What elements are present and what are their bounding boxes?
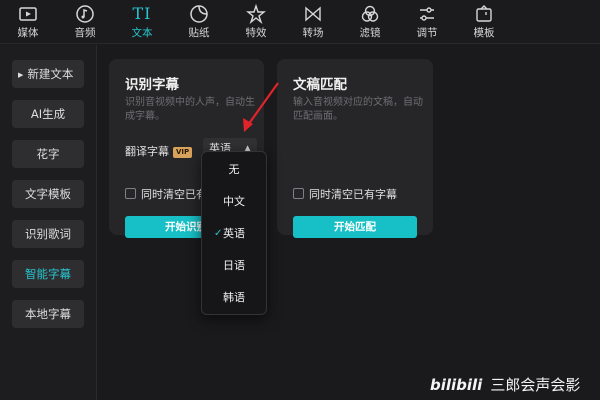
vip-badge: VIP — [173, 147, 193, 158]
toolbar-item-label: 特效 — [245, 27, 267, 39]
toolbar-item-transition[interactable]: 转场 — [293, 0, 333, 44]
sidebar-item-local-subtitles[interactable]: 本地字幕 — [12, 300, 84, 328]
sidebar-item-new-text[interactable]: ▶ 新建文本 — [12, 60, 84, 88]
sidebar-item-label: 智能字幕 — [25, 267, 71, 281]
sidebar-item-ai-generate[interactable]: AI生成 — [12, 100, 84, 128]
sidebar-item-label: 文字模板 — [25, 187, 71, 201]
dropdown-option-japanese[interactable]: 日语 — [202, 254, 266, 278]
sparkle-star-icon — [246, 4, 266, 24]
translate-subtitles-row: 翻译字幕 VIP — [125, 143, 193, 159]
bowtie-transition-icon — [305, 6, 321, 22]
bilibili-logo: bilibili — [430, 376, 483, 394]
checkbox-box[interactable] — [293, 188, 304, 199]
option-label: 英语 — [223, 227, 245, 240]
dropdown-option-none[interactable]: 无 — [202, 158, 266, 182]
watermark: bilibili 三郎会声会影 — [430, 374, 580, 398]
sidebar-item-recognize-lyrics[interactable]: 识别歌词 — [12, 220, 84, 248]
toolbar-item-label: 转场 — [302, 27, 324, 39]
toolbar-item-label: 滤镜 — [359, 27, 381, 39]
toolbar-item-media[interactable]: 媒体 — [8, 0, 48, 44]
toolbar-item-filter[interactable]: 滤镜 — [350, 0, 390, 44]
dropdown-option-korean[interactable]: 韩语 — [202, 286, 266, 310]
sliders-adjust-icon — [420, 7, 434, 21]
toolbar-item-template[interactable]: 模板 — [464, 0, 504, 44]
script-match-card: 文稿匹配 输入音视频对应的文稿，自动匹配画面。 同时清空已有字幕 开始匹配 — [277, 59, 433, 238]
text-ti-icon: TI — [132, 4, 152, 23]
option-label: 日语 — [223, 259, 245, 272]
toolbar-item-audio[interactable]: 音频 — [65, 0, 105, 44]
toolbar-item-label: 音频 — [74, 27, 96, 39]
template-icon — [476, 5, 492, 22]
card-title: 识别字幕 — [125, 77, 179, 93]
top-toolbar: 媒体 音频 TI 文本 贴纸 特效 转场 滤镜 调节 模板 — [0, 0, 600, 44]
toolbar-item-label: 媒体 — [17, 27, 39, 39]
sticker-icon — [190, 5, 208, 23]
start-match-button[interactable]: 开始匹配 — [293, 216, 417, 238]
toolbar-item-label: 文本 — [131, 27, 153, 39]
toolbar-item-label: 贴纸 — [188, 27, 210, 39]
three-circles-filter-icon — [361, 5, 379, 22]
option-label: 中文 — [223, 195, 245, 208]
dropdown-option-chinese[interactable]: 中文 — [202, 190, 266, 214]
option-label: 无 — [228, 163, 240, 176]
sidebar-item-label: 新建文本 — [27, 67, 74, 81]
media-icon — [19, 7, 37, 21]
text-sidebar: ▶ 新建文本 AI生成 花字 文字模板 识别歌词 智能字幕 本地字幕 — [0, 45, 97, 400]
checkbox-label: 同时清空已有字幕 — [309, 188, 397, 201]
translate-label: 翻译字幕 — [125, 145, 169, 158]
card-description: 识别音视频中的人声，自动生成字幕。 — [125, 97, 255, 122]
watermark-text: 三郎会声会影 — [490, 376, 581, 394]
toolbar-item-adjust[interactable]: 调节 — [407, 0, 447, 44]
start-recognize-button[interactable]: 开始识别 — [125, 216, 205, 238]
sidebar-item-label: 识别歌词 — [25, 227, 71, 241]
toolbar-item-text[interactable]: TI 文本 — [122, 0, 162, 44]
dropdown-option-english[interactable]: ✓ 英语 — [202, 222, 266, 246]
sidebar-item-label: 本地字幕 — [25, 307, 71, 321]
smart-subtitle-panel: 识别字幕 识别音视频中的人声，自动生成字幕。 翻译字幕 VIP 英语 ▲ 同时清空… — [98, 45, 600, 400]
toolbar-item-label: 调节 — [416, 27, 438, 39]
toolbar-item-sticker[interactable]: 贴纸 — [179, 0, 219, 44]
language-dropdown-menu: 无 中文 ✓ 英语 日语 韩语 — [201, 151, 267, 315]
option-label: 韩语 — [223, 291, 245, 304]
sidebar-item-label: AI生成 — [30, 107, 66, 121]
music-note-icon — [76, 5, 94, 23]
checkbox-box[interactable] — [125, 188, 136, 199]
toolbar-item-effects[interactable]: 特效 — [236, 0, 276, 44]
sidebar-item-smart-subtitles[interactable]: 智能字幕 — [12, 260, 84, 288]
clear-existing-checkbox[interactable]: 同时清空已有字幕 — [293, 186, 397, 202]
caret-right-icon: ▶ — [18, 71, 24, 79]
sidebar-item-fancy-text[interactable]: 花字 — [12, 140, 84, 168]
toolbar-item-label: 模板 — [473, 27, 495, 39]
sidebar-item-text-template[interactable]: 文字模板 — [12, 180, 84, 208]
checkmark-icon: ✓ — [214, 228, 223, 239]
card-description: 输入音视频对应的文稿，自动匹配画面。 — [293, 97, 423, 122]
sidebar-item-label: 花字 — [36, 147, 60, 161]
card-title: 文稿匹配 — [293, 77, 347, 93]
